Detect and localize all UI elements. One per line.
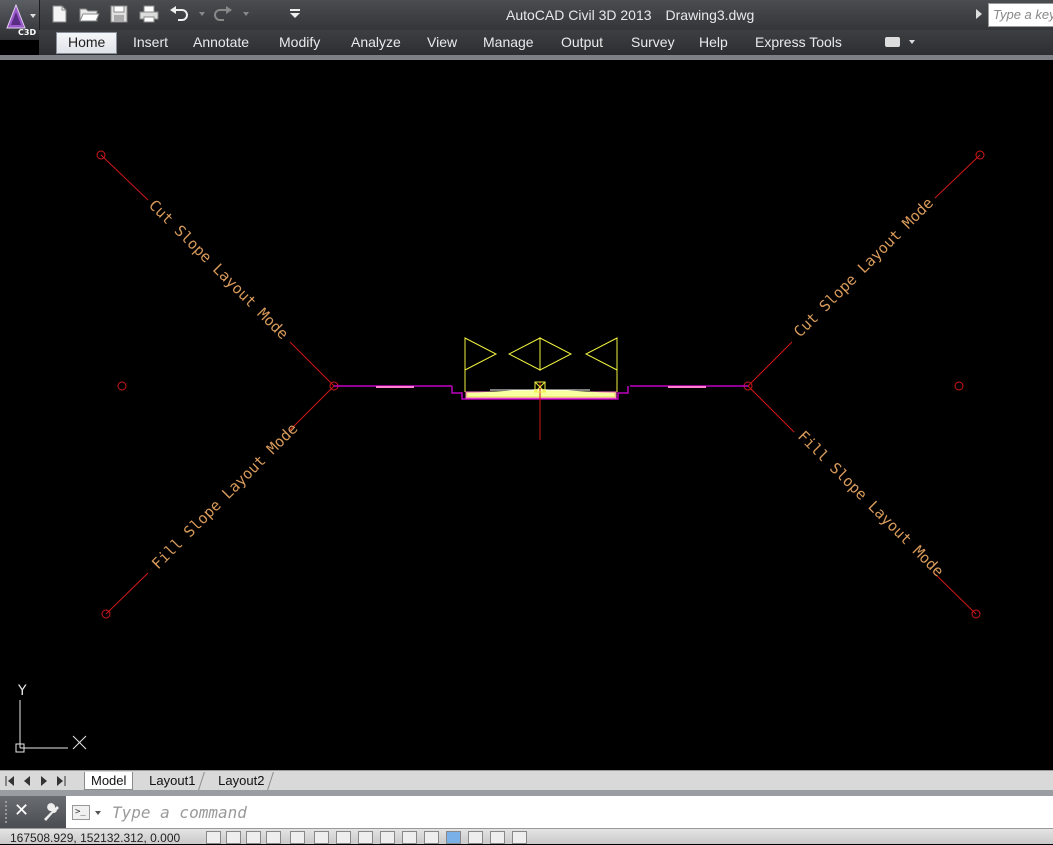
plot-icon[interactable] xyxy=(138,4,160,24)
customize-dropdown-icon[interactable] xyxy=(284,4,306,24)
drawing-canvas[interactable]: Cut Slope Layout Mode Fill Slope Layout … xyxy=(0,60,1053,770)
tab-layout2-label: Layout2 xyxy=(218,773,265,788)
ortho-mode-icon[interactable] xyxy=(266,831,281,844)
app-badge: C3D xyxy=(18,28,37,37)
command-prompt-icon[interactable]: >_ xyxy=(72,805,90,820)
ribbon-tab-bar: Home Insert Annotate Modify Analyze View… xyxy=(39,30,1053,55)
marker-point[interactable] xyxy=(117,381,127,391)
assembly-baseline-marker[interactable] xyxy=(534,381,546,440)
chevron-down-icon xyxy=(30,14,36,18)
right-slope-lines xyxy=(747,154,981,615)
label-cut-slope-right: Cut Slope Layout Mode xyxy=(790,194,937,341)
tab-layout2[interactable]: Layout2 xyxy=(209,772,275,790)
infocenter-search-input[interactable]: Type a keyword or phrase xyxy=(988,3,1053,27)
search-expand-icon[interactable] xyxy=(976,9,982,19)
left-slope-lines xyxy=(100,154,335,615)
tab-survey[interactable]: Survey xyxy=(631,34,675,50)
polar-tracking-icon[interactable] xyxy=(290,831,305,844)
ribbon-minimize-icon[interactable] xyxy=(885,37,900,47)
annotation-monitor-icon[interactable] xyxy=(512,831,527,844)
tab-annotate[interactable]: Annotate xyxy=(193,34,249,50)
label-fill-slope-left: Fill Slope Layout Mode xyxy=(148,420,301,573)
label-fill-slope-right: Fill Slope Layout Mode xyxy=(794,427,947,580)
open-icon[interactable] xyxy=(78,4,100,24)
new-icon[interactable] xyxy=(48,4,70,24)
previous-layout-icon[interactable] xyxy=(20,774,34,788)
save-icon[interactable] xyxy=(108,4,130,24)
grip-handle-icon[interactable] xyxy=(4,800,8,824)
tab-insert[interactable]: Insert xyxy=(133,34,168,50)
chevron-down-icon[interactable] xyxy=(95,811,101,815)
status-bar: 167508.929, 152132.312, 0.000 xyxy=(0,828,1053,845)
wrench-icon[interactable] xyxy=(40,802,62,822)
tab-modify[interactable]: Modify xyxy=(279,34,320,50)
slope-labels: Cut Slope Layout Mode Fill Slope Layout … xyxy=(145,194,947,580)
ucs-icon xyxy=(15,700,87,753)
command-line-controls: ✕ xyxy=(0,796,66,828)
drawing-svg: Cut Slope Layout Mode Fill Slope Layout … xyxy=(15,150,985,753)
undo-dropdown-icon[interactable] xyxy=(199,12,205,16)
layout-tab-bar: Model Layout1 Layout2 xyxy=(0,770,1053,791)
tab-manage[interactable]: Manage xyxy=(483,34,534,50)
label-cut-slope-left: Cut Slope Layout Mode xyxy=(145,196,292,343)
lineweight-icon[interactable] xyxy=(424,831,439,844)
next-layout-icon[interactable] xyxy=(37,774,51,788)
tab-model[interactable]: Model xyxy=(84,772,134,790)
tab-view[interactable]: View xyxy=(427,34,457,50)
first-layout-icon[interactable] xyxy=(3,774,17,788)
document-title: Drawing3.dwg xyxy=(665,7,755,23)
tab-layout1[interactable]: Layout1 xyxy=(140,772,206,790)
tab-home[interactable]: Home xyxy=(56,32,118,54)
undo-icon[interactable] xyxy=(168,4,190,24)
civil3d-logo-icon xyxy=(6,4,26,29)
tab-express-tools[interactable]: Express Tools xyxy=(755,34,842,50)
object-snap-tracking-icon[interactable] xyxy=(358,831,373,844)
last-layout-icon[interactable] xyxy=(54,774,68,788)
dynamic-ucs-icon[interactable] xyxy=(380,831,395,844)
window-title: AutoCAD Civil 3D 2013 Drawing3.dwg xyxy=(506,7,754,23)
marker-point[interactable] xyxy=(954,381,964,391)
dynamic-input-icon[interactable] xyxy=(402,831,417,844)
chevron-down-icon[interactable] xyxy=(909,40,915,44)
grid-display-icon[interactable] xyxy=(246,831,261,844)
transparency-icon[interactable] xyxy=(446,831,461,844)
title-bar: C3D AutoCAD Civil 3D 2013 Drawing3.dwg Ty… xyxy=(0,0,1053,40)
road-section[interactable] xyxy=(465,389,617,399)
command-line: ✕ >_ Type a command xyxy=(0,796,1053,828)
snap-mode-icon[interactable] xyxy=(226,831,241,844)
tab-layout1-label: Layout1 xyxy=(149,773,196,788)
3d-object-snap-icon[interactable] xyxy=(336,831,351,844)
close-icon[interactable]: ✕ xyxy=(14,800,29,821)
object-snap-icon[interactable] xyxy=(314,831,329,844)
tab-analyze[interactable]: Analyze xyxy=(351,34,401,50)
quick-properties-icon[interactable] xyxy=(468,831,483,844)
assembly-markers xyxy=(464,337,618,392)
tab-output[interactable]: Output xyxy=(561,34,603,50)
tab-help[interactable]: Help xyxy=(699,34,728,50)
infer-constraints-icon[interactable] xyxy=(206,831,221,844)
application-menu-button[interactable]: C3D xyxy=(0,0,40,40)
selection-cycling-icon[interactable] xyxy=(490,831,505,844)
app-title: AutoCAD Civil 3D 2013 xyxy=(506,7,652,23)
redo-dropdown-icon[interactable] xyxy=(243,12,249,16)
ucs-y-label: Y xyxy=(17,683,27,699)
redo-icon[interactable] xyxy=(212,4,234,24)
command-input[interactable]: Type a command xyxy=(112,803,247,822)
